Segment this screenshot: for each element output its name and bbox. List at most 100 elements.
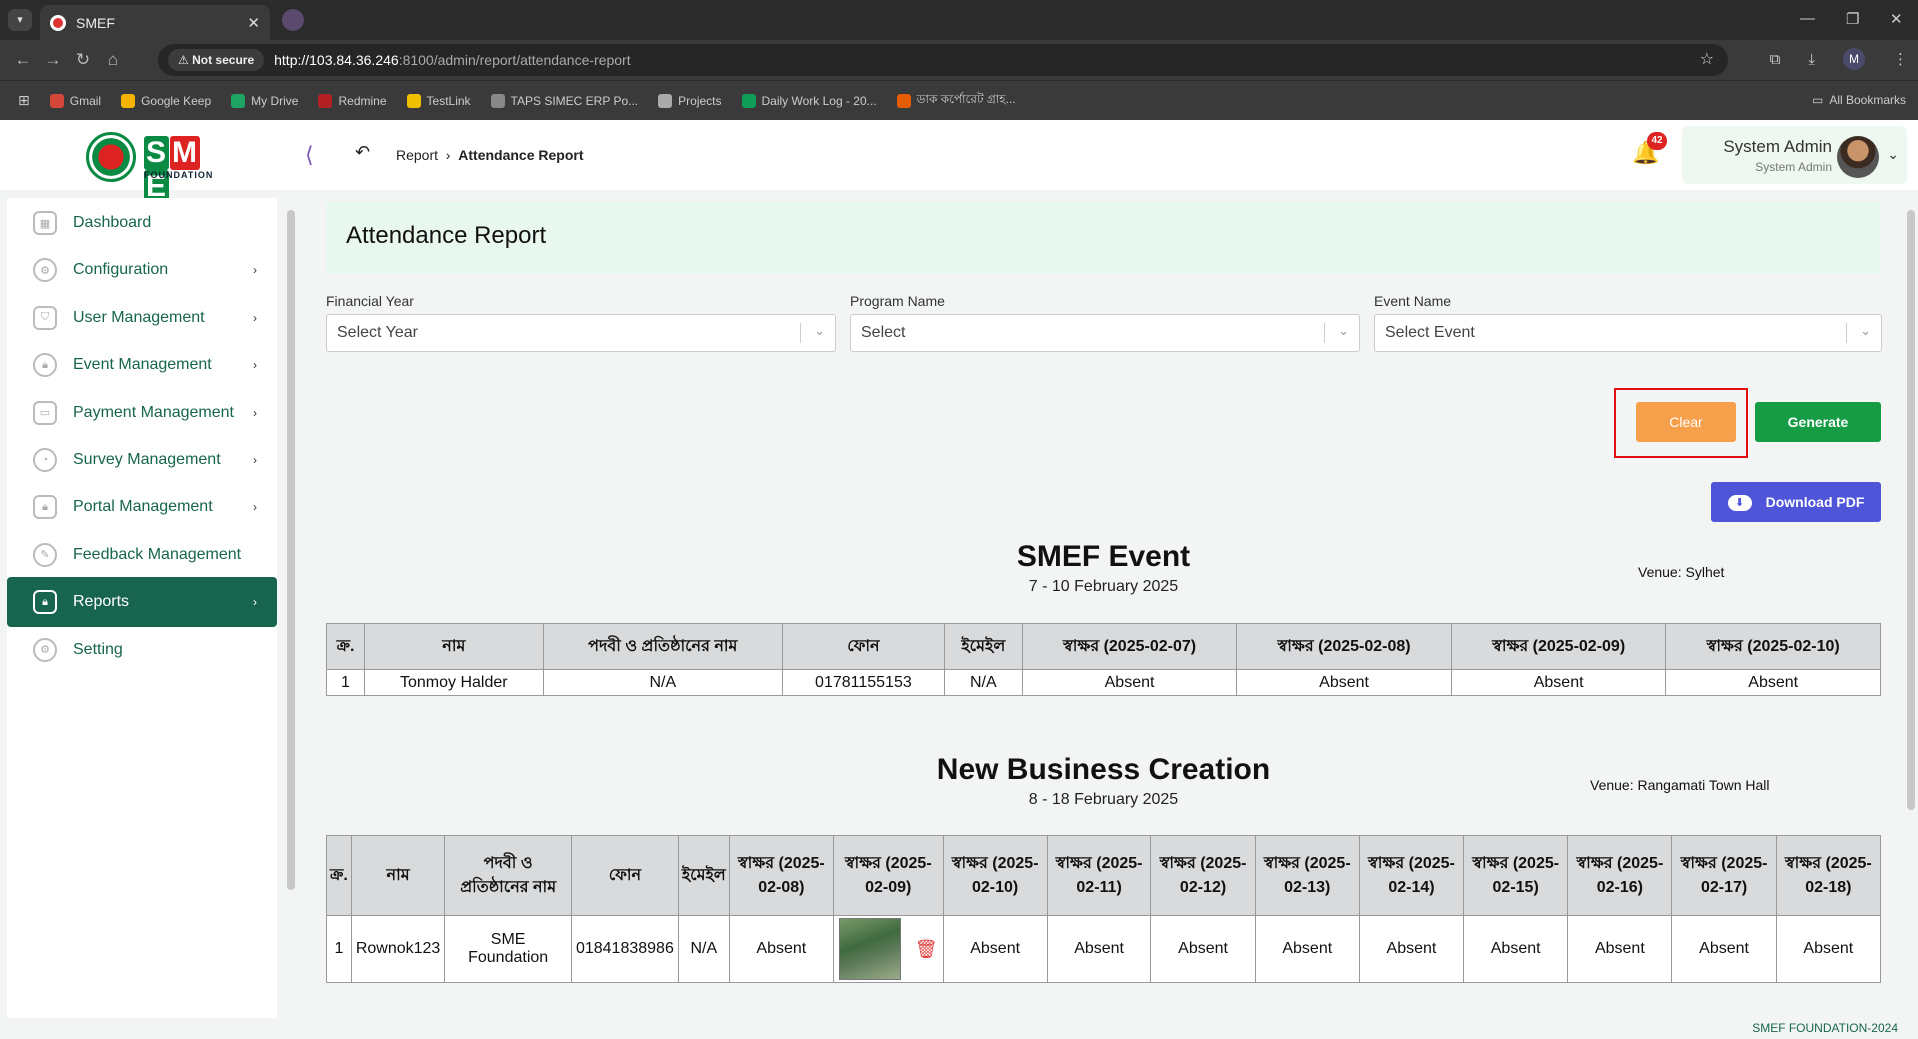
- table-cell: Absent: [1358, 915, 1465, 983]
- bookmark-label: Google Keep: [141, 93, 212, 108]
- extensions-icon[interactable]: ⧉: [1770, 51, 1781, 68]
- back-arrow-icon[interactable]: ↶: [355, 142, 370, 163]
- program-name-value: Select: [861, 324, 906, 341]
- cell-value: Absent: [756, 940, 807, 957]
- profile-avatar[interactable]: M: [1843, 48, 1865, 70]
- bookmark-star-icon[interactable]: ☆: [1700, 49, 1714, 69]
- financial-year-label: Financial Year: [326, 293, 414, 309]
- restore-icon[interactable]: ❐: [1846, 10, 1859, 28]
- table-cell: 01841838986: [570, 915, 679, 983]
- sidebar-item-reports[interactable]: 🔒︎ Reports ›: [7, 577, 277, 628]
- main-scrollbar[interactable]: [1906, 198, 1916, 1018]
- download-pdf-button[interactable]: ⬇ Download PDF: [1711, 482, 1881, 522]
- browser-tab[interactable]: SMEF ✕: [40, 5, 270, 40]
- generate-button[interactable]: Generate: [1755, 402, 1881, 442]
- not-secure-label: Not secure: [192, 53, 255, 67]
- table-cell: 1: [326, 915, 352, 983]
- bookmark-icon: [49, 93, 64, 108]
- forward-icon[interactable]: →: [38, 50, 68, 70]
- bookmark-label: Gmail: [69, 93, 102, 108]
- bookmarks-bar: ⊞ Gmail Google Keep My Drive Redmine TestLin…: [0, 80, 1918, 120]
- all-bookmarks[interactable]: ▭ All Bookmarks: [1812, 93, 1906, 107]
- table-cell: Absent: [1665, 669, 1881, 696]
- bookmark-item[interactable]: TAPS SIMEC ERP Po...: [490, 91, 638, 111]
- bookmark-item[interactable]: Redmine: [318, 91, 387, 111]
- tab-search-icon[interactable]: ▾: [8, 9, 32, 31]
- menu-dots-icon[interactable]: ⋮: [1893, 50, 1908, 68]
- logo-subtitle: FOUNDATION: [144, 170, 214, 180]
- chevron-down-icon: ⌄: [814, 323, 825, 338]
- sidebar-scrollbar[interactable]: [286, 198, 296, 1018]
- sidebar-item-feedback-management[interactable]: ✎ Feedback Management: [7, 530, 277, 580]
- event-venue: Venue: Sylhet: [1638, 564, 1725, 580]
- address-bar[interactable]: ⚠ Not secure http://103.84.36.246:8100/a…: [158, 44, 1728, 76]
- top-bar: S ME FOUNDATION ⟨ ↶ Report › Attendance R…: [0, 120, 1918, 204]
- gear-icon: ⚙: [33, 637, 57, 662]
- bookmark-item[interactable]: My Drive: [231, 91, 298, 111]
- sidebar-item-user-management[interactable]: ⛉ User Management ›: [7, 293, 277, 343]
- feedback-icon: ✎: [33, 542, 57, 567]
- column-header: পদবী ও প্রতিষ্ঠানের নাম: [444, 835, 572, 916]
- sidebar-item-portal-management[interactable]: 🔒︎ Portal Management ›: [7, 482, 277, 532]
- table-cell: Absent: [1021, 669, 1238, 696]
- financial-year-select[interactable]: Select Year ⌄: [326, 314, 836, 352]
- signature-thumbnail[interactable]: [838, 918, 901, 980]
- sidebar-item-dashboard[interactable]: ▦ Dashboard: [7, 198, 277, 248]
- lock-icon: 🔒︎: [33, 590, 57, 615]
- sme-logo[interactable]: S ME FOUNDATION: [86, 130, 216, 204]
- column-header: স্বাক্ষর (2025-02-14): [1358, 835, 1465, 916]
- cell-value: Absent: [1104, 673, 1155, 691]
- table-cell: Absent: [1450, 669, 1667, 696]
- back-icon[interactable]: ←: [8, 50, 38, 70]
- sidebar-item-setting[interactable]: ⚙ Setting: [7, 625, 277, 675]
- clear-button[interactable]: Clear: [1636, 402, 1736, 442]
- chevron-right-icon: ›: [253, 358, 257, 373]
- event-name-select[interactable]: Select Event ⌄: [1374, 314, 1882, 352]
- download-icon[interactable]: ⤓: [1808, 51, 1815, 68]
- sidebar-collapse-icon[interactable]: ⟨: [305, 142, 314, 168]
- government-seal-icon: [86, 132, 136, 182]
- event-venue: Venue: Rangamati Town Hall: [1590, 777, 1770, 793]
- sidebar-item-event-management[interactable]: 🔒︎ Event Management ›: [7, 340, 277, 390]
- breadcrumb-report[interactable]: Report: [396, 147, 438, 163]
- not-secure-badge[interactable]: ⚠ Not secure: [168, 49, 265, 71]
- sidebar-item-survey-management[interactable]: ◔ Survey Management ›: [7, 435, 277, 485]
- sidebar-item-label: Portal Management: [73, 498, 213, 516]
- close-tab-icon[interactable]: ✕: [247, 14, 260, 32]
- delete-icon[interactable]: 🗑: [915, 939, 938, 960]
- column-header: স্বাক্ষর (2025-02-09): [1450, 623, 1667, 670]
- sidebar-item-payment-management[interactable]: ▭ Payment Management ›: [7, 388, 277, 438]
- minimize-icon[interactable]: —: [1800, 10, 1815, 27]
- bookmark-item[interactable]: Daily Work Log - 20...: [741, 91, 877, 111]
- sidebar-item-configuration[interactable]: ⚙ Configuration ›: [7, 245, 277, 295]
- cell-value: N/A: [649, 673, 677, 691]
- chevron-down-icon: ⌄: [1860, 323, 1871, 338]
- app: S ME FOUNDATION ⟨ ↶ Report › Attendance R…: [0, 120, 1918, 1039]
- tab-title: SMEF: [76, 14, 115, 31]
- cell-value: SME Foundation: [468, 931, 549, 966]
- column-header: স্বাক্ষর (2025-02-08): [728, 835, 834, 916]
- reload-icon[interactable]: ↻: [68, 50, 98, 70]
- user-menu[interactable]: System Admin System Admin ⌄: [1682, 126, 1907, 184]
- table-cell: Absent: [1463, 915, 1569, 983]
- event-name-label: Event Name: [1374, 293, 1452, 309]
- chevron-right-icon: ›: [253, 405, 257, 420]
- bookmark-item[interactable]: ডাক কর্পোরেট গ্রাহ...: [896, 91, 1016, 111]
- home-icon[interactable]: ⌂: [98, 50, 128, 70]
- column-header: ক্র.: [325, 623, 366, 670]
- program-name-select[interactable]: Select ⌄: [850, 314, 1360, 352]
- bookmark-item[interactable]: Gmail: [49, 91, 102, 111]
- breadcrumb-separator-icon: ›: [441, 147, 455, 163]
- close-window-icon[interactable]: ✕: [1890, 10, 1903, 28]
- bookmark-label: TestLink: [426, 93, 471, 108]
- bookmark-item[interactable]: Google Keep: [121, 91, 211, 111]
- column-header: ফোন: [570, 835, 679, 916]
- apps-grid-icon[interactable]: ⊞: [18, 92, 30, 109]
- bookmark-label: Daily Work Log - 20...: [761, 93, 877, 108]
- bookmark-label: ডাক কর্পোরেট গ্রাহ...: [916, 91, 1016, 106]
- new-tab-button[interactable]: [282, 9, 304, 31]
- bookmark-item[interactable]: Projects: [658, 91, 722, 111]
- cell-value: 01781155153: [815, 673, 912, 691]
- bookmark-item[interactable]: TestLink: [406, 91, 471, 111]
- event-dates: 8 - 18 February 2025: [1028, 791, 1179, 808]
